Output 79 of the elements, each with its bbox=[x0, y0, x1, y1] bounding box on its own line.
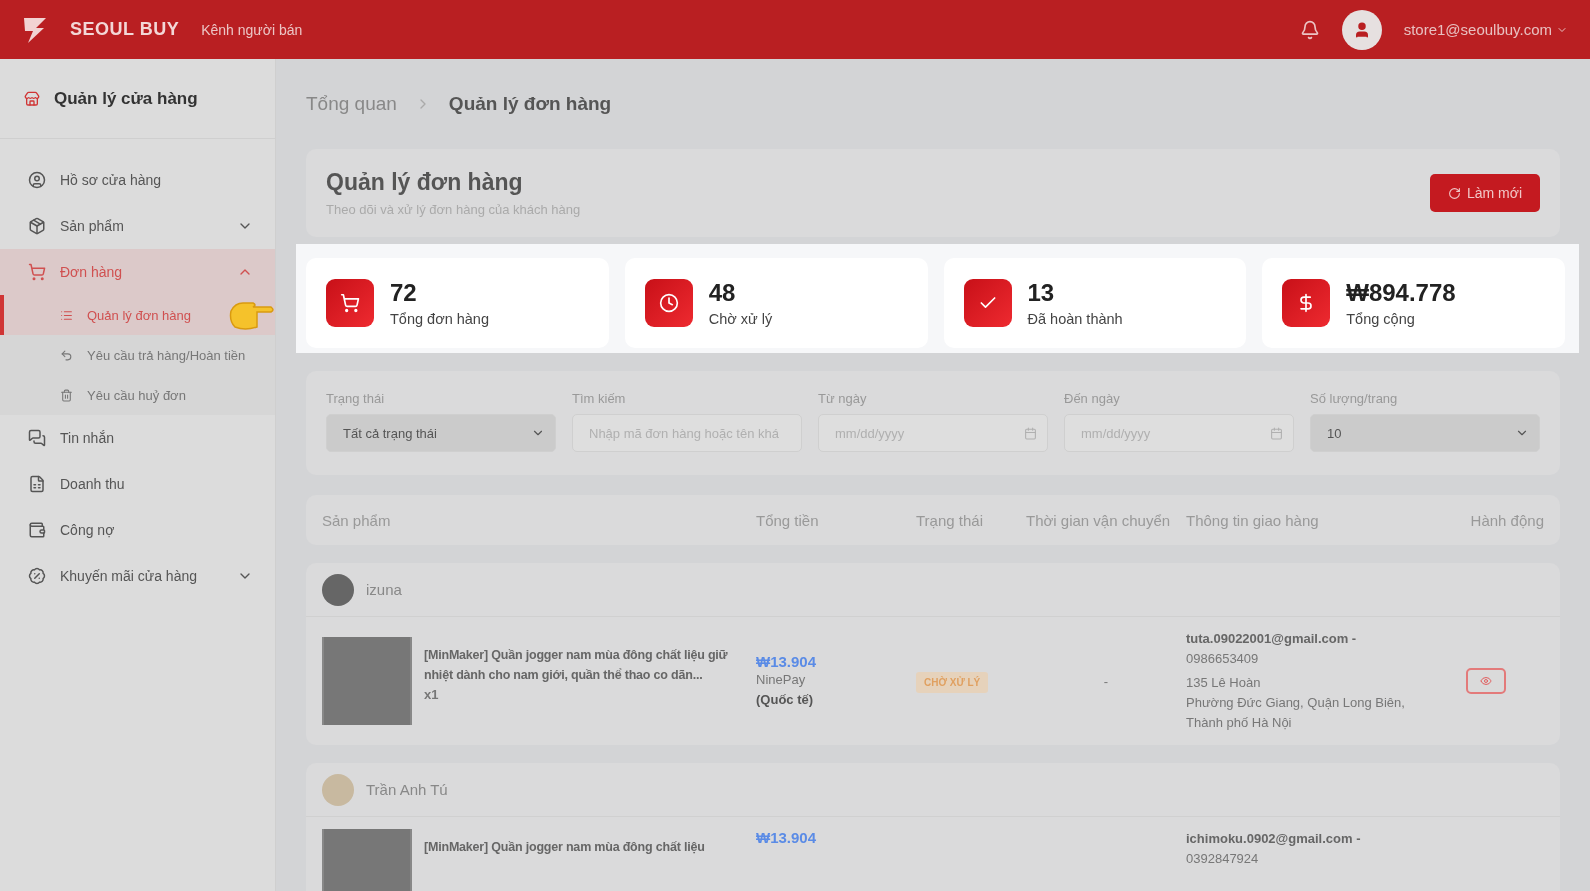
avatar bbox=[322, 573, 354, 606]
stat-label: Đã hoàn thành bbox=[1027, 311, 1123, 327]
calendar-icon bbox=[1270, 426, 1283, 440]
channel-label: Kênh người bán bbox=[201, 21, 303, 38]
avatar[interactable] bbox=[1341, 9, 1382, 50]
sidebar-item[interactable]: Công nợ bbox=[0, 507, 275, 553]
brand-name: SEOUL BUY bbox=[70, 19, 180, 40]
nav-icon bbox=[60, 308, 73, 322]
product-name: [MinMaker] Quần jogger nam mùa đông chất liệu bbox=[424, 839, 705, 856]
select-field[interactable]: Tất cả trạng thái bbox=[326, 414, 556, 452]
nav-icon bbox=[28, 475, 46, 493]
field-label: Tìm kiếm bbox=[572, 391, 627, 406]
nav-icon bbox=[60, 388, 73, 402]
stat-value: 48 bbox=[708, 279, 737, 307]
field-label: Đến ngày bbox=[1064, 391, 1121, 406]
customer-email: ichimoku.0902@gmail.com - bbox=[1186, 830, 1362, 848]
check-icon bbox=[963, 279, 1012, 327]
logo-icon bbox=[22, 15, 48, 44]
shipping-time: - bbox=[1103, 673, 1109, 689]
customer-name: Trần Anh Tú bbox=[366, 781, 448, 798]
stat-label: Tổng đơn hàng bbox=[390, 311, 489, 327]
calendar-icon bbox=[1024, 426, 1037, 440]
nav-icon bbox=[28, 171, 46, 189]
select-field[interactable]: 10 bbox=[1310, 414, 1540, 452]
sidebar-item[interactable]: Hồ sơ cửa hàng bbox=[0, 157, 275, 203]
refresh-button[interactable]: Làm mới bbox=[1429, 174, 1540, 212]
field-label: Từ ngày bbox=[818, 391, 868, 406]
payment-note: (Quốc tế) bbox=[756, 690, 815, 709]
stat-label: Chờ xử lý bbox=[708, 311, 773, 327]
order-total: ₩13.904 bbox=[756, 652, 818, 670]
nav-icon bbox=[28, 567, 46, 585]
quantity: x1 bbox=[424, 686, 440, 704]
customer-email: tuta.09022001@gmail.com - bbox=[1186, 630, 1358, 648]
nav-icon bbox=[28, 217, 46, 235]
stat-value: 13 bbox=[1027, 279, 1056, 307]
clock-icon bbox=[644, 279, 693, 327]
eye-icon bbox=[1480, 675, 1492, 687]
field-label: Trạng thái bbox=[326, 391, 386, 406]
column-header: Hành động bbox=[1469, 511, 1544, 529]
sidebar-subitem[interactable]: Yêu cầu trả hàng/Hoàn tiền bbox=[0, 335, 275, 375]
column-header: Sản phẩm bbox=[322, 511, 392, 529]
dollar-icon bbox=[1282, 279, 1331, 327]
customer-phone: 0392847924 bbox=[1186, 850, 1260, 868]
stat-value: 72 bbox=[390, 279, 418, 307]
payment-method: NinePay bbox=[756, 670, 807, 689]
field-label: Số lượng/trang bbox=[1310, 391, 1399, 406]
sidebar-item[interactable]: Sản phẩm bbox=[0, 203, 275, 249]
page-title: Quản lý đơn hàng bbox=[326, 169, 524, 196]
sidebar-item[interactable]: Tin nhắn bbox=[0, 415, 275, 461]
sidebar-subitem[interactable]: Quản lý đơn hàng bbox=[0, 295, 275, 335]
column-header: Thời gian vận chuyển bbox=[1026, 511, 1172, 529]
account-email[interactable]: store1@seoulbuy.com bbox=[1403, 21, 1552, 38]
column-header: Trạng thái bbox=[916, 511, 984, 529]
address-area: Phường Đức Giang, Quận Long Biên, Thành phố Hà Nội bbox=[1186, 693, 1436, 733]
sidebar-item[interactable]: Doanh thu bbox=[0, 461, 275, 507]
nav-icon bbox=[28, 429, 46, 447]
refresh-icon bbox=[1447, 186, 1461, 200]
address-line: 135 Lê Hoàn bbox=[1186, 674, 1262, 692]
stat-value: ₩894.778 bbox=[1346, 279, 1456, 307]
sidebar-subitem[interactable]: Yêu cầu huỷ đơn bbox=[0, 375, 275, 415]
product-name: [MinMaker] Quần jogger nam mùa đông chất liệu giữ nhiệt dành cho nam giới, quần thể thao co dãn... bbox=[424, 647, 729, 684]
nav-icon bbox=[28, 521, 46, 539]
nav-icon bbox=[60, 348, 73, 362]
column-header: Tổng tiền bbox=[756, 511, 820, 529]
store-icon bbox=[24, 90, 40, 107]
breadcrumb-link[interactable]: Tổng quan bbox=[306, 93, 397, 115]
customer-name: izuna bbox=[366, 581, 402, 598]
stat-label: Tổng cộng bbox=[1346, 311, 1416, 327]
nav-icon bbox=[28, 263, 46, 281]
sidebar-item[interactable]: Khuyến mãi cửa hàng bbox=[0, 553, 275, 599]
sidebar-title: Quản lý cửa hàng bbox=[0, 59, 275, 139]
status-badge: CHỜ XỬ LÝ bbox=[916, 671, 989, 693]
customer-phone: 0986653409 bbox=[1186, 650, 1260, 668]
sidebar-item[interactable]: Đơn hàng bbox=[0, 249, 275, 295]
bell-icon[interactable] bbox=[1299, 19, 1320, 40]
cart-icon bbox=[326, 279, 374, 327]
order-total: ₩13.904 bbox=[756, 829, 818, 846]
avatar bbox=[322, 773, 354, 806]
column-header: Thông tin giao hàng bbox=[1186, 511, 1320, 529]
